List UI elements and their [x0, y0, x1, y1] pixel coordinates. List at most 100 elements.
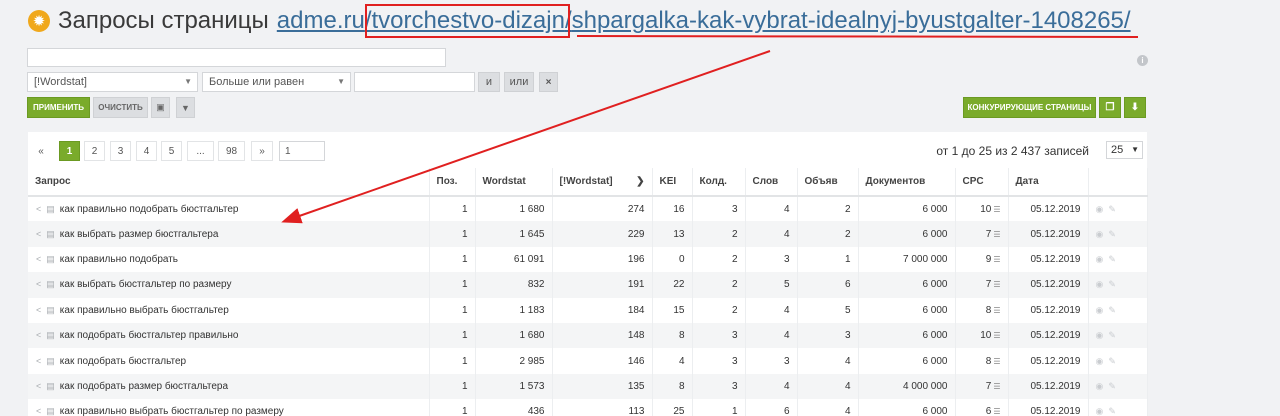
document-icon[interactable]: ▤ — [46, 229, 55, 240]
share-icon[interactable]: < — [36, 406, 41, 416]
cpc-details-icon[interactable]: ☰ — [993, 255, 1000, 264]
download-button[interactable]: ⬇ — [1124, 97, 1146, 118]
share-icon[interactable]: < — [36, 381, 41, 391]
pager-page-2[interactable]: 2 — [84, 141, 105, 161]
query-text[interactable]: как правильно выбрать бюстгальтер по раз… — [60, 406, 284, 416]
pin-icon[interactable]: ✎ — [1108, 381, 1116, 391]
cpc-value: 10 — [980, 330, 992, 342]
share-icon[interactable]: < — [36, 204, 41, 214]
page-jump-input[interactable]: 1 — [279, 141, 325, 161]
or-button[interactable]: или — [504, 72, 534, 92]
pin-icon[interactable]: ✎ — [1108, 406, 1116, 416]
filter-value-input[interactable] — [354, 72, 475, 92]
cell-query: < ▤ как правильно выбрать бюстгальтер по р… — [28, 399, 430, 416]
share-icon[interactable]: < — [36, 330, 41, 340]
pin-icon[interactable]: ✎ — [1108, 254, 1116, 264]
query-text[interactable]: как правильно подобрать бюстгальтер — [60, 204, 239, 215]
query-text[interactable]: как подобрать бюстгальтер — [60, 356, 186, 367]
document-icon[interactable]: ▤ — [46, 381, 55, 392]
query-text[interactable]: как подобрать размер бюстгальтера — [60, 381, 228, 392]
pager-page-4[interactable]: 4 — [136, 141, 157, 161]
info-icon[interactable]: i — [1137, 55, 1148, 66]
clear-button[interactable]: ОЧИСТИТЬ — [93, 97, 148, 118]
pin-icon[interactable]: ✎ — [1108, 229, 1116, 239]
filter-text-input[interactable] — [27, 48, 446, 67]
url-link[interactable]: adme.ru/tvorchestvo-dizajn/shpargalka-ka… — [277, 7, 1131, 35]
pin-icon[interactable]: ✎ — [1108, 356, 1116, 366]
query-text[interactable]: как выбрать размер бюстгальтера — [60, 229, 219, 240]
pin-icon[interactable]: ✎ — [1108, 305, 1116, 315]
col-ads[interactable]: Объяв — [797, 168, 859, 197]
col-date[interactable]: Дата — [1008, 168, 1089, 197]
cell-value: 5 — [745, 272, 798, 298]
table-row: < ▤ как правильно выбрать бюстгальтер 1 1 18… — [28, 297, 1148, 323]
pager-page-5[interactable]: 5 — [161, 141, 182, 161]
operator-select[interactable]: Больше или равен ▼ — [202, 72, 351, 92]
document-icon[interactable]: ▤ — [46, 204, 55, 215]
col-words[interactable]: Слов — [745, 168, 798, 197]
remove-condition-button[interactable]: × — [539, 72, 558, 92]
document-icon[interactable]: ▤ — [46, 254, 55, 265]
col-position[interactable]: Поз. — [429, 168, 476, 197]
col-wordstat[interactable]: Wordstat — [475, 168, 553, 197]
col-wordstat-exact[interactable]: [!Wordstat] ❯ — [552, 168, 653, 197]
cpc-details-icon[interactable]: ☰ — [993, 280, 1000, 289]
eye-icon[interactable]: ◉ — [1096, 305, 1104, 315]
document-icon[interactable]: ▤ — [46, 330, 55, 341]
query-text[interactable]: как правильно подобрать — [60, 254, 178, 265]
eye-icon[interactable]: ◉ — [1096, 381, 1104, 391]
cpc-details-icon[interactable]: ☰ — [993, 230, 1000, 239]
apply-button[interactable]: ПРИМЕНИТЬ — [27, 97, 90, 118]
cpc-details-icon[interactable]: ☰ — [993, 407, 1000, 416]
cpc-details-icon[interactable]: ☰ — [993, 306, 1000, 315]
pin-icon[interactable]: ✎ — [1108, 204, 1116, 214]
save-filter-button[interactable]: ▣ — [151, 97, 170, 118]
col-competition[interactable]: Колд. — [692, 168, 746, 197]
eye-icon[interactable]: ◉ — [1096, 229, 1104, 239]
share-icon[interactable]: < — [36, 356, 41, 366]
eye-icon[interactable]: ◉ — [1096, 204, 1104, 214]
eye-icon[interactable]: ◉ — [1096, 356, 1104, 366]
col-kei[interactable]: KEI — [652, 168, 693, 197]
pin-icon[interactable]: ✎ — [1108, 279, 1116, 289]
and-button[interactable]: и — [478, 72, 500, 92]
per-page-select[interactable]: 25 ▼ — [1106, 141, 1143, 159]
share-icon[interactable]: < — [36, 305, 41, 315]
query-text[interactable]: как правильно выбрать бюстгальтер — [60, 305, 229, 316]
query-text[interactable]: как выбрать бюстгальтер по размеру — [60, 279, 232, 290]
gear-icon: ✹ — [28, 10, 50, 32]
filter-button[interactable]: ▼ — [176, 97, 195, 118]
eye-icon[interactable]: ◉ — [1096, 279, 1104, 289]
col-query[interactable]: Запрос — [28, 168, 430, 197]
cpc-details-icon[interactable]: ☰ — [993, 357, 1000, 366]
pager-next[interactable]: » — [251, 141, 273, 161]
pager-page-3[interactable]: 3 — [110, 141, 131, 161]
competitors-button[interactable]: КОНКУРИРУЮЩИЕ СТРАНИЦЫ — [963, 97, 1096, 118]
document-icon[interactable]: ▤ — [46, 279, 55, 290]
pin-icon[interactable]: ✎ — [1108, 330, 1116, 340]
pager-page-1[interactable]: 1 — [59, 141, 80, 161]
col-documents[interactable]: Документов — [858, 168, 956, 197]
pager-page-last[interactable]: 98 — [218, 141, 245, 161]
pager-prev[interactable]: « — [28, 141, 54, 161]
share-icon[interactable]: < — [36, 254, 41, 264]
cpc-details-icon[interactable]: ☰ — [993, 331, 1000, 340]
col-cpc[interactable]: CPC — [955, 168, 1009, 197]
cell-query: < ▤ как подобрать размер бюстгальтера — [28, 373, 430, 400]
cell-value: 6 — [745, 399, 798, 416]
cell-value: 25 — [652, 399, 693, 416]
share-icon[interactable]: < — [36, 229, 41, 239]
field-select[interactable]: [!Wordstat] ▼ — [27, 72, 198, 92]
cpc-details-icon[interactable]: ☰ — [993, 382, 1000, 391]
share-icon[interactable]: < — [36, 279, 41, 289]
document-icon[interactable]: ▤ — [46, 305, 55, 316]
cpc-details-icon[interactable]: ☰ — [993, 205, 1000, 214]
cell-value: 113 — [552, 399, 653, 416]
copy-button[interactable]: ❐ — [1099, 97, 1121, 118]
eye-icon[interactable]: ◉ — [1096, 254, 1104, 264]
document-icon[interactable]: ▤ — [46, 406, 55, 416]
document-icon[interactable]: ▤ — [46, 356, 55, 367]
eye-icon[interactable]: ◉ — [1096, 330, 1104, 340]
eye-icon[interactable]: ◉ — [1096, 406, 1104, 416]
query-text[interactable]: как подобрать бюстгальтер правильно — [60, 330, 239, 341]
